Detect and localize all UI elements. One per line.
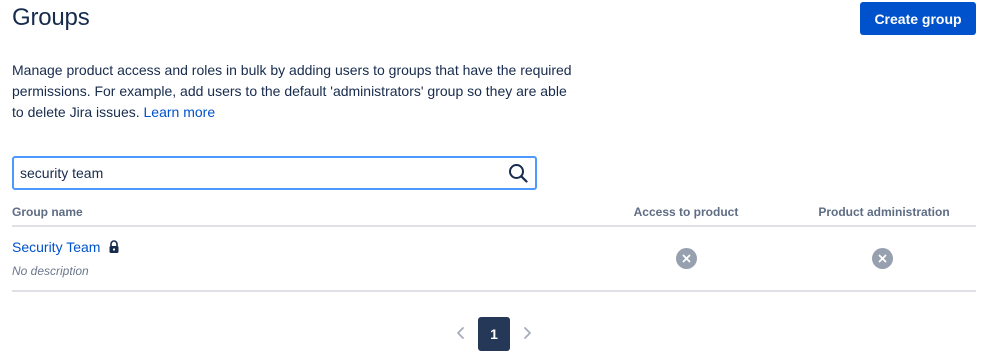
group-search-field [12, 156, 537, 190]
table-row: Security Team No description [12, 227, 976, 291]
page-title: Groups [12, 4, 90, 31]
admin-none-icon [872, 248, 893, 269]
group-search-input[interactable] [14, 158, 501, 188]
group-name-link[interactable]: Security Team [12, 239, 120, 255]
column-header-access-to-product: Access to product [633, 205, 739, 219]
lock-icon [108, 240, 120, 254]
pagination-page-current[interactable]: 1 [478, 317, 510, 351]
chevron-left-icon[interactable] [451, 322, 471, 344]
column-header-group-name: Group name [12, 205, 83, 219]
search-icon[interactable] [501, 158, 535, 188]
chevron-right-icon[interactable] [517, 322, 537, 344]
description-text: Manage product access and roles in bulk … [12, 62, 572, 120]
create-group-button[interactable]: Create group [860, 2, 976, 35]
group-name: Security Team [12, 239, 101, 255]
access-none-icon [676, 248, 697, 269]
column-header-product-administration: Product administration [818, 205, 950, 219]
group-description: No description [12, 264, 89, 278]
learn-more-link[interactable]: Learn more [144, 104, 216, 120]
table-row-divider [12, 290, 976, 292]
page-description: Manage product access and roles in bulk … [12, 60, 572, 123]
